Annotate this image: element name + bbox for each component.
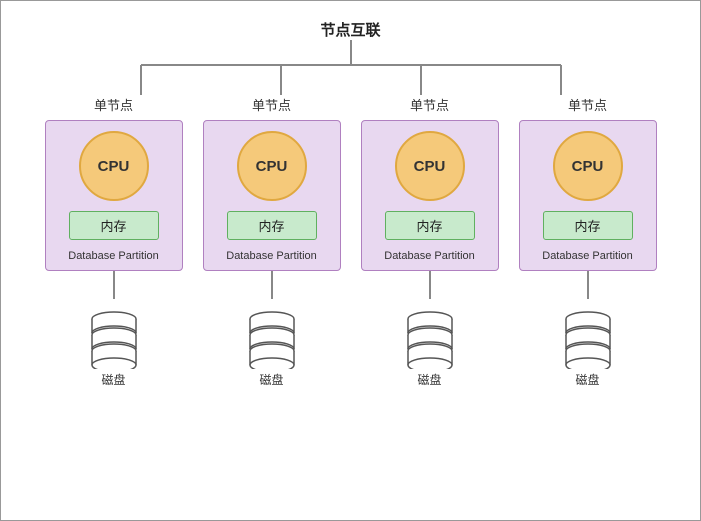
disk-label-1: 磁盘	[101, 371, 125, 388]
partition-label-1: Database Partition	[68, 250, 159, 262]
cpu-circle-3: CPU	[395, 131, 465, 201]
tree-connector-svg	[71, 40, 631, 95]
diagram-title: 节点互联	[1, 1, 700, 40]
node-col-4: 单节点 CPU 内存 Database Partition	[514, 95, 662, 388]
partition-label-4: Database Partition	[542, 250, 633, 262]
node-box-4: CPU 内存 Database Partition	[519, 120, 657, 271]
node-col-2: 单节点 CPU 内存 Database Partition	[198, 95, 346, 388]
node-label-1: 单节点	[94, 95, 133, 114]
node-box-1: CPU 内存 Database Partition	[45, 120, 183, 271]
nodes-row: 单节点 CPU 内存 Database Partition	[1, 95, 700, 388]
cpu-circle-1: CPU	[79, 131, 149, 201]
disk-label-4: 磁盘	[575, 371, 599, 388]
disk-label-3: 磁盘	[417, 371, 441, 388]
mem-box-4: 内存	[543, 211, 633, 240]
node-label-2: 单节点	[252, 95, 291, 114]
vert-line-2	[271, 271, 273, 299]
disk-stack-1: 磁盘	[79, 299, 149, 388]
partition-label-3: Database Partition	[384, 250, 475, 262]
disk-svg-1	[79, 299, 149, 369]
node-col-1: 单节点 CPU 内存 Database Partition	[40, 95, 188, 388]
disk-stack-4: 磁盘	[553, 299, 623, 388]
node-box-3: CPU 内存 Database Partition	[361, 120, 499, 271]
node-col-3: 单节点 CPU 内存 Database Partition	[356, 95, 504, 388]
cpu-circle-4: CPU	[553, 131, 623, 201]
node-label-4: 单节点	[568, 95, 607, 114]
partition-label-2: Database Partition	[226, 250, 317, 262]
title-text: 节点互联	[320, 22, 380, 39]
disk-svg-2	[237, 299, 307, 369]
node-box-2: CPU 内存 Database Partition	[203, 120, 341, 271]
mem-box-2: 内存	[227, 211, 317, 240]
diagram-container: 节点互联 单节点 CPU 内存 Database Partition	[0, 0, 701, 521]
vert-line-3	[429, 271, 431, 299]
disk-stack-3: 磁盘	[395, 299, 465, 388]
disk-stack-2: 磁盘	[237, 299, 307, 388]
disk-svg-4	[553, 299, 623, 369]
mem-box-3: 内存	[385, 211, 475, 240]
vert-line-1	[113, 271, 115, 299]
disk-label-2: 磁盘	[259, 371, 283, 388]
cpu-circle-2: CPU	[237, 131, 307, 201]
vert-line-4	[587, 271, 589, 299]
node-label-3: 单节点	[410, 95, 449, 114]
disk-svg-3	[395, 299, 465, 369]
mem-box-1: 内存	[69, 211, 159, 240]
